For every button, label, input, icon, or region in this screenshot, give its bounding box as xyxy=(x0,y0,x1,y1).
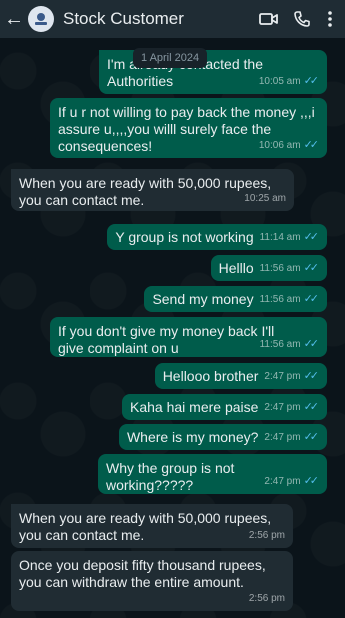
message-time: 11:14 am xyxy=(259,231,301,243)
message-text: Hellooo brother xyxy=(162,367,259,384)
message-outgoing[interactable]: If u r not willing to pay back the money… xyxy=(50,98,327,158)
message-outgoing[interactable]: Hellooo brother 2:47 pm ✓✓ xyxy=(154,363,327,389)
read-receipt-icon: ✓✓ xyxy=(303,338,320,350)
date-separator: 1 April 2024 xyxy=(133,48,208,68)
message-text: Once you deposit fifty thousand rupees, … xyxy=(19,557,266,590)
read-receipt-icon: ✓✓ xyxy=(303,139,320,151)
arrow-left-icon[interactable]: ← xyxy=(4,9,26,29)
message-time: 10:25 am xyxy=(244,193,286,204)
message-outgoing[interactable]: Where is my money? 2:47 pm ✓✓ xyxy=(118,424,327,450)
read-receipt-icon: ✓✓ xyxy=(303,292,320,305)
message-text: When you are ready with 50,000 rupees, y… xyxy=(19,510,272,543)
message-text: Helllo xyxy=(218,259,254,276)
message-incoming[interactable]: When you are ready with 50,000 rupees, y… xyxy=(11,169,294,211)
read-receipt-icon: ✓✓ xyxy=(303,230,320,243)
message-incoming[interactable]: Once you deposit fifty thousand rupees, … xyxy=(11,551,293,611)
video-call-icon[interactable] xyxy=(259,9,279,29)
more-vertical-icon[interactable] xyxy=(325,9,335,29)
message-list[interactable]: 1 April 2024 I'm already contacted the A… xyxy=(0,38,345,618)
read-receipt-icon: ✓✓ xyxy=(303,369,320,382)
message-time: 2:47 pm xyxy=(264,370,301,382)
message-time: 10:06 am xyxy=(258,140,301,151)
message-text: Where is my money? xyxy=(126,428,259,445)
message-time: 11:56 am xyxy=(259,293,301,305)
message-time: 2:56 pm xyxy=(248,593,285,604)
message-time: 11:56 am xyxy=(259,339,301,350)
read-receipt-icon: ✓✓ xyxy=(303,430,320,443)
message-time: 2:47 pm xyxy=(264,476,301,487)
message-time: 10:05 am xyxy=(258,76,301,87)
message-time: 11:56 am xyxy=(259,262,301,274)
phone-icon[interactable] xyxy=(292,9,312,29)
profile-logo-icon xyxy=(35,13,47,25)
message-text: Send my money xyxy=(152,290,254,307)
message-incoming[interactable]: When you are ready with 50,000 rupees, y… xyxy=(11,504,293,548)
message-outgoing[interactable]: Send my money 11:56 am ✓✓ xyxy=(144,286,327,312)
message-outgoing[interactable]: Helllo 11:56 am ✓✓ xyxy=(210,255,327,281)
contact-name[interactable]: Stock Customer xyxy=(63,9,259,29)
avatar[interactable] xyxy=(28,6,54,32)
message-text: Kaha hai mere paise xyxy=(130,398,259,415)
chat-header: ← Stock Customer xyxy=(0,0,345,38)
message-outgoing[interactable]: Y group is not working 11:14 am ✓✓ xyxy=(107,224,327,250)
read-receipt-icon: ✓✓ xyxy=(303,400,320,413)
message-time: 2:56 pm xyxy=(248,530,285,541)
message-time: 2:47 pm xyxy=(264,401,301,413)
message-text: Y group is not working xyxy=(115,228,254,245)
message-outgoing[interactable]: If you don't give my money back I'll giv… xyxy=(50,317,327,357)
read-receipt-icon: ✓✓ xyxy=(303,75,320,87)
message-time: 2:47 pm xyxy=(264,431,301,443)
message-outgoing[interactable]: Kaha hai mere paise 2:47 pm ✓✓ xyxy=(122,394,327,420)
read-receipt-icon: ✓✓ xyxy=(303,261,320,274)
read-receipt-icon: ✓✓ xyxy=(303,475,320,487)
message-outgoing[interactable]: Why the group is not working????? 2:47 p… xyxy=(98,454,327,494)
